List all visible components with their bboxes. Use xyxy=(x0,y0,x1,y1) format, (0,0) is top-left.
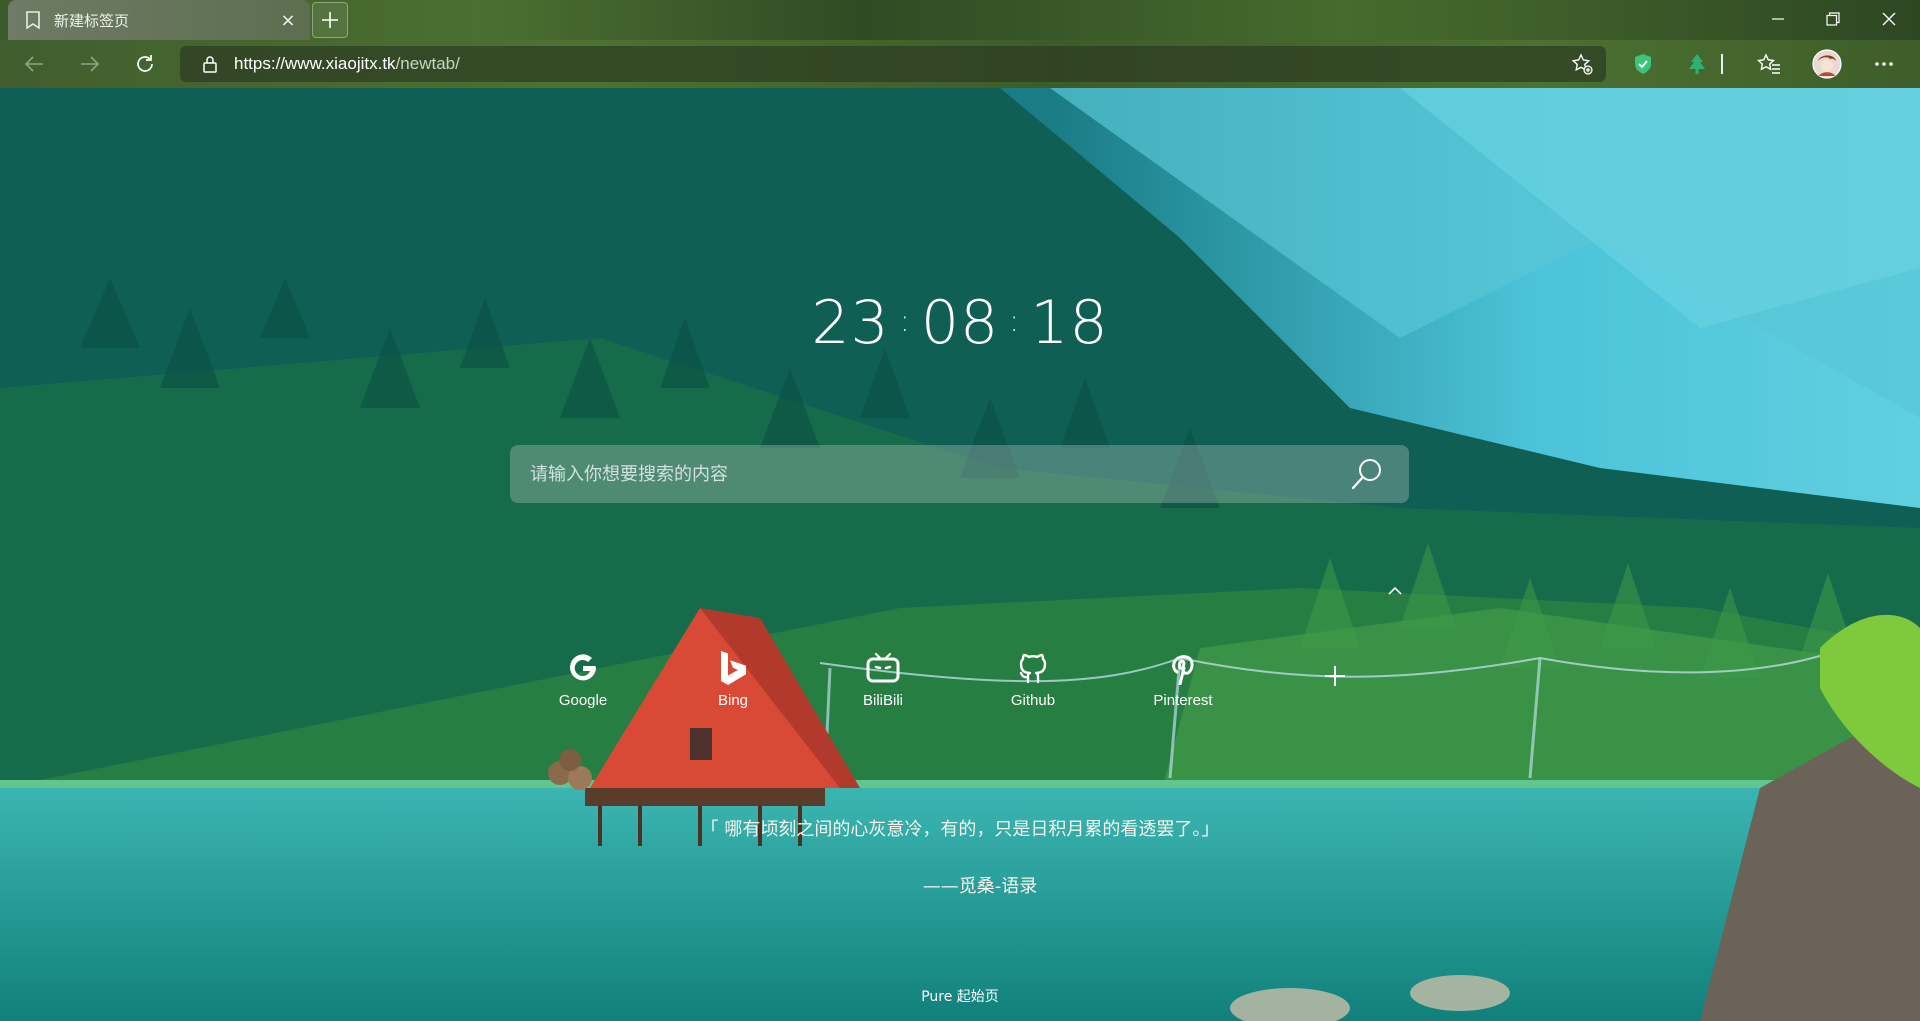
browser-tab[interactable]: 新建标签页 × xyxy=(8,0,310,40)
bookmark-icon xyxy=(24,10,42,30)
url-path: /newtab/ xyxy=(395,54,460,73)
google-icon xyxy=(570,654,596,681)
address-bar[interactable]: https://www.xiaojitx.tk/newtab/ xyxy=(180,46,1606,82)
search-button[interactable] xyxy=(1339,446,1395,502)
shortcut-label: Github xyxy=(1010,692,1056,709)
shortcut-pinterest[interactable]: Pinterest xyxy=(1123,648,1243,728)
shortcut-label: Pinterest xyxy=(1153,692,1213,709)
toolbar: https://www.xiaojitx.tk/newtab/ xyxy=(0,40,1920,88)
shortcut-label: Bing xyxy=(717,692,749,709)
clock-separator: : xyxy=(899,304,911,339)
close-window-button[interactable] xyxy=(1862,0,1916,38)
tab-close-button[interactable]: × xyxy=(274,6,302,34)
shortcut-bilibili[interactable]: BiliBili xyxy=(823,648,943,728)
add-shortcut-button[interactable] xyxy=(1315,656,1355,696)
chevron-up-icon xyxy=(1388,586,1402,595)
github-icon xyxy=(1019,653,1047,684)
new-tab-page: 23:08:18 Google Bing BiliBili xyxy=(0,88,1920,1021)
refresh-button[interactable] xyxy=(127,48,163,80)
url-text[interactable]: https://www.xiaojitx.tk/newtab/ xyxy=(234,54,460,74)
tree-extension-button[interactable] xyxy=(1679,48,1715,80)
favorites-button[interactable] xyxy=(1751,48,1787,80)
back-button[interactable] xyxy=(16,48,52,80)
search-box xyxy=(510,445,1409,503)
favorites-icon xyxy=(1757,53,1780,74)
minimize-button[interactable] xyxy=(1751,0,1805,38)
more-icon xyxy=(1875,62,1893,66)
collapse-shortcuts-button[interactable] xyxy=(1383,580,1407,600)
forward-button[interactable] xyxy=(72,48,108,80)
profile-button[interactable] xyxy=(1809,48,1845,80)
clock-separator: : xyxy=(1009,304,1021,339)
shortcut-label: Google xyxy=(558,692,608,709)
pinterest-icon xyxy=(1172,655,1194,685)
bilibili-icon xyxy=(866,652,900,683)
new-tab-button[interactable] xyxy=(312,2,348,38)
forward-icon xyxy=(81,56,100,72)
title-bar: 新建标签页 × xyxy=(0,0,1920,40)
clock: 23:08:18 xyxy=(0,288,1920,358)
clock-hours: 23 xyxy=(811,288,890,358)
toolbar-divider xyxy=(1714,48,1730,80)
shortcut-bing[interactable]: Bing xyxy=(673,648,793,728)
shortcut-label: BiliBili xyxy=(862,692,903,709)
shortcut-github[interactable]: Github xyxy=(973,648,1093,728)
bing-icon xyxy=(721,651,746,685)
quote-text: 「 哪有顷刻之间的心灰意冷，有的，只是日积月累的看透罢了。」 xyxy=(700,819,1220,840)
shield-extension-button[interactable] xyxy=(1625,48,1661,80)
footer-brand[interactable]: Pure 起始页 xyxy=(0,986,1920,1006)
add-favorite-icon[interactable] xyxy=(1568,50,1596,78)
clock-minutes: 08 xyxy=(920,288,1000,358)
tab-title: 新建标签页 xyxy=(54,11,130,30)
refresh-icon xyxy=(137,55,153,72)
clock-seconds: 18 xyxy=(1030,288,1109,358)
tree-extension-icon xyxy=(1689,54,1705,74)
url-host: https://www.xiaojitx.tk xyxy=(234,54,396,73)
lock-icon[interactable] xyxy=(200,55,220,73)
shortcut-google[interactable]: Google xyxy=(523,648,643,728)
search-input[interactable] xyxy=(510,445,1339,503)
shortcut-grid: Google Bing BiliBili Github Pinterest xyxy=(523,648,1363,728)
plus-icon xyxy=(1325,666,1345,686)
more-button[interactable] xyxy=(1866,48,1902,80)
quote-source: ——觅桑-语录 xyxy=(922,876,1038,897)
profile-avatar xyxy=(1812,49,1842,79)
search-icon xyxy=(1351,459,1381,490)
back-icon xyxy=(24,56,43,72)
restore-button[interactable] xyxy=(1806,0,1860,38)
shield-extension-icon xyxy=(1635,54,1651,74)
